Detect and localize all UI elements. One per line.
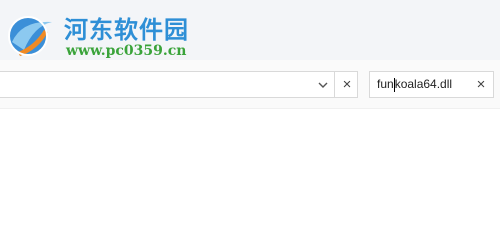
- watermark-name: 河东软件园: [64, 16, 189, 44]
- hedong-logo-icon: [4, 12, 62, 58]
- search-text-after-caret: koala64.dll: [394, 77, 453, 91]
- address-divider: [334, 72, 335, 97]
- chevron-down-icon[interactable]: [314, 76, 332, 94]
- search-box[interactable]: funkoala64.dll ×: [369, 71, 494, 98]
- search-text-before-caret: fun: [377, 77, 394, 91]
- address-clear-button[interactable]: ×: [337, 74, 357, 96]
- search-clear-button[interactable]: ×: [471, 74, 491, 96]
- address-bar[interactable]: ×: [0, 71, 358, 98]
- watermark-url: www.pc0359.cn: [66, 43, 187, 59]
- search-input[interactable]: funkoala64.dll: [377, 72, 452, 97]
